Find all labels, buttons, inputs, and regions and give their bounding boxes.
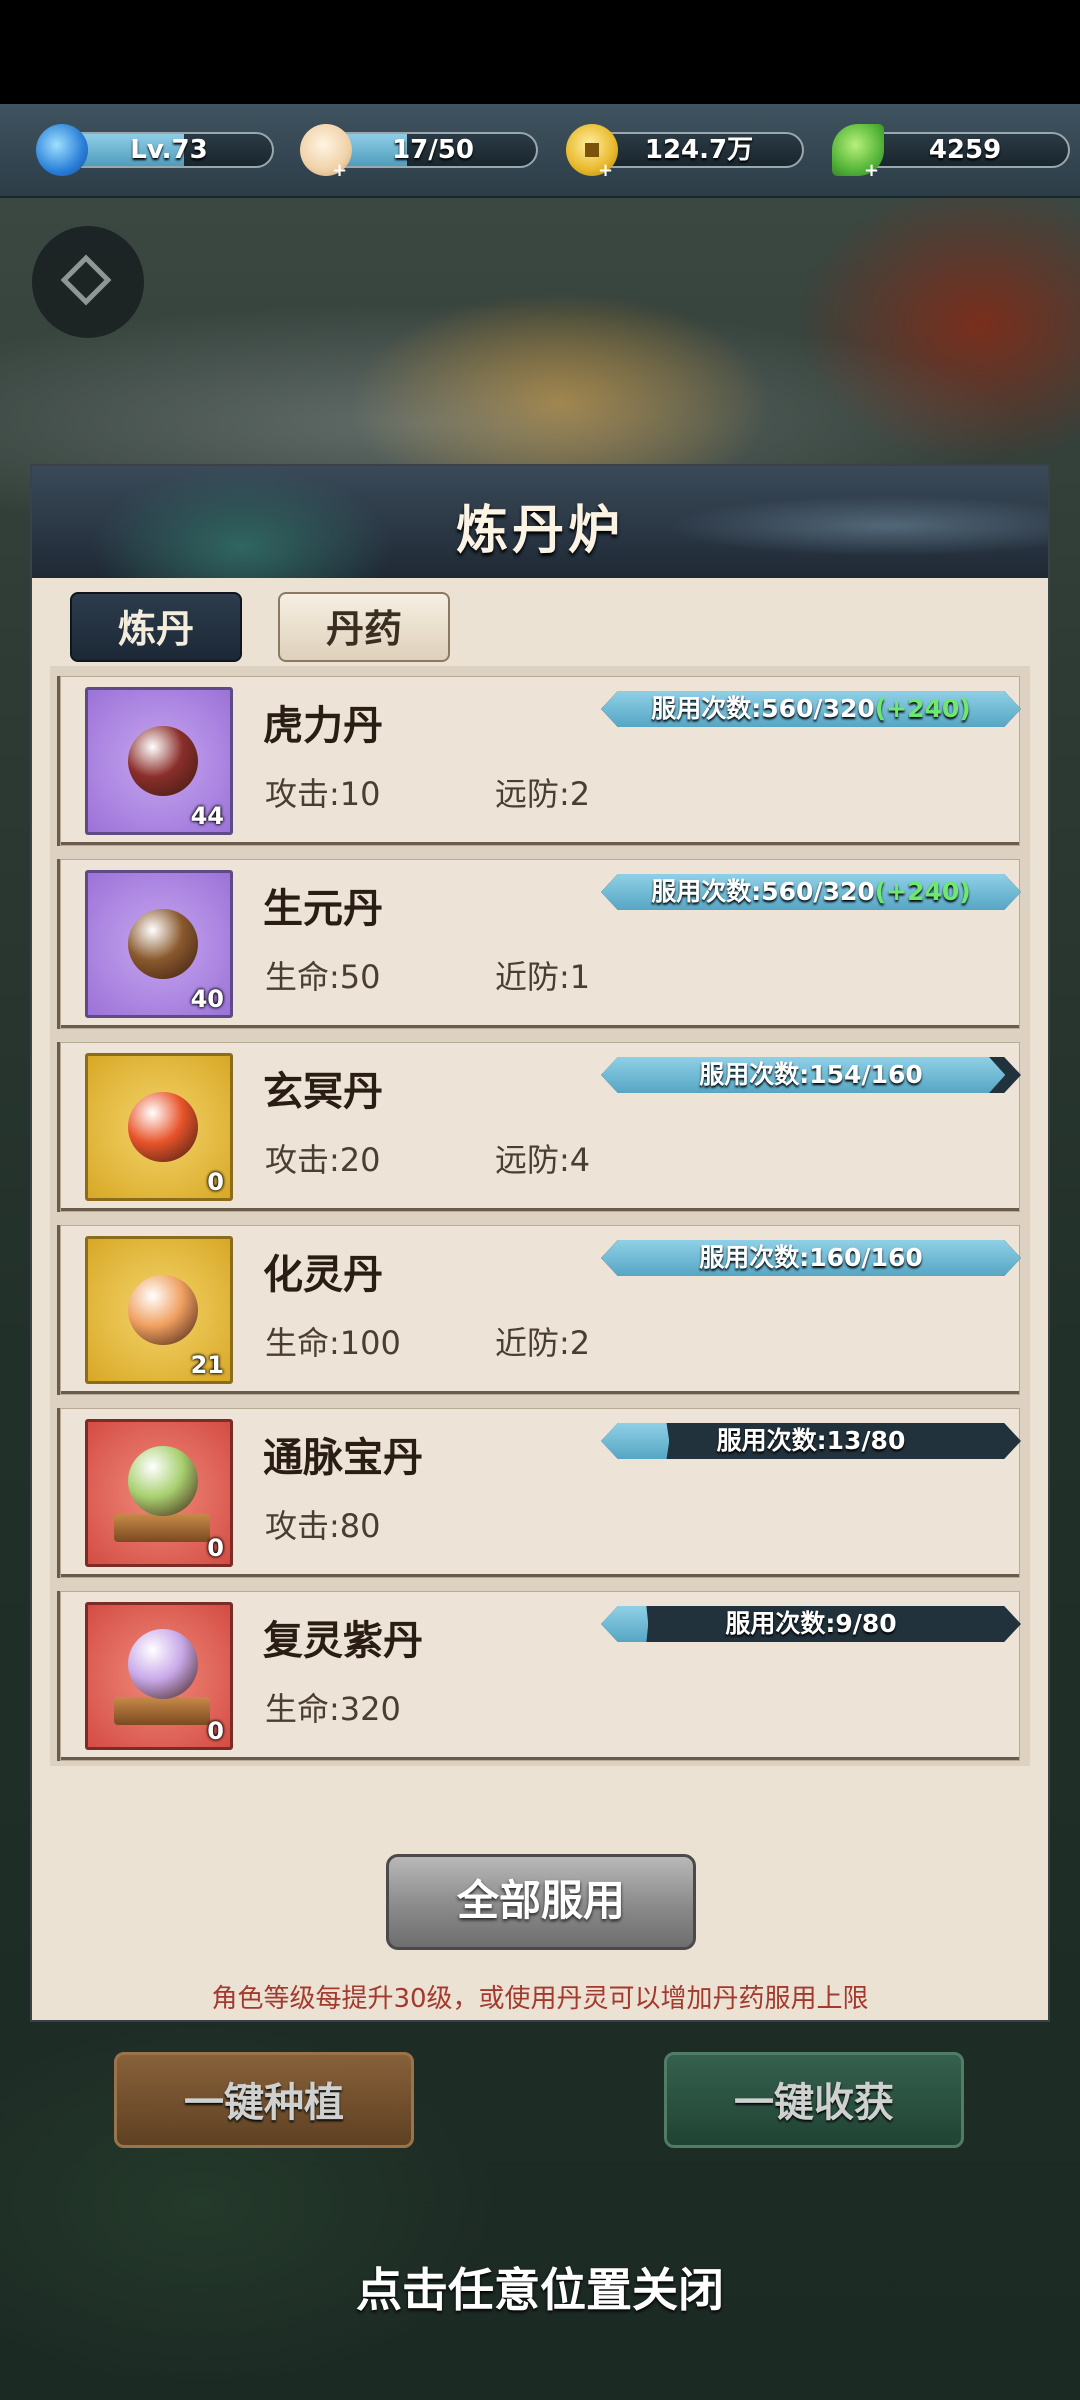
upgrade-hint: 角色等级每提升30级，或使用丹灵可以增加丹药服用上限 — [211, 1984, 869, 2014]
usage-bar: 服用次数:560/320(+240) — [601, 691, 1021, 727]
plus-icon: + — [864, 160, 880, 181]
pill-orb-icon — [128, 1275, 198, 1345]
pill-count: 0 — [207, 1168, 224, 1196]
usage-bonus: (+240) — [874, 694, 971, 723]
pill-stat-primary: 生命:320 — [265, 1690, 401, 1728]
usage-bar: 服用次数:560/320(+240) — [601, 874, 1021, 910]
usage-count: 服用次数:154/160 — [699, 1060, 923, 1089]
coins-pill: 124.7万 — [604, 132, 804, 168]
usage-bar: 服用次数:9/80 — [601, 1606, 1021, 1642]
pill-count: 21 — [190, 1351, 224, 1379]
pill-stat-secondary: 近防:2 — [495, 1324, 591, 1362]
pill-name: 复灵紫丹 — [263, 1617, 423, 1664]
pill-name: 虎力丹 — [263, 702, 383, 749]
level-value: Lv.73 — [130, 135, 208, 165]
level-pill: Lv.73 — [74, 132, 274, 168]
pill-tile[interactable]: 0 — [85, 1419, 233, 1567]
pill-stat-secondary: 远防:2 — [495, 775, 591, 813]
usage-count: 服用次数:9/80 — [725, 1609, 897, 1638]
pill-name: 通脉宝丹 — [263, 1434, 423, 1481]
tab-refine[interactable]: 炼丹 — [70, 592, 242, 662]
pill-list[interactable]: 44 虎力丹 攻击:10 远防:2 服用次数:560/320(+240) 40 生元丹 生命:… — [50, 666, 1030, 1766]
resource-level: Lv.73 — [36, 124, 274, 176]
resource-jade[interactable]: 4259 + — [832, 124, 1070, 181]
pill-row[interactable]: 0 通脉宝丹攻击:80 服用次数:13/80 — [60, 1408, 1021, 1578]
usage-count: 服用次数:560/320 — [651, 694, 875, 723]
swirl-icon — [36, 124, 88, 176]
pill-stat-primary: 生命:100 — [265, 1324, 401, 1362]
plant-all-button[interactable]: 一键种植 — [114, 2052, 414, 2148]
panel-title: 炼丹炉 — [455, 500, 624, 561]
pill-row[interactable]: 44 虎力丹攻击:10 远防:2 服用次数:560/320(+240) — [60, 676, 1021, 846]
pill-orb-icon — [128, 909, 198, 979]
stamina-value: 17/50 — [392, 135, 474, 165]
pill-row[interactable]: 21 化灵丹生命:100 近防:2 服用次数:160/160 — [60, 1225, 1021, 1395]
usage-count: 服用次数:560/320 — [651, 877, 875, 906]
tab-pills[interactable]: 丹药 — [278, 592, 450, 662]
usage-text: 服用次数:154/160 — [601, 1057, 1021, 1093]
pill-tile[interactable]: 40 — [85, 870, 233, 1018]
usage-bar: 服用次数:154/160 — [601, 1057, 1021, 1093]
pill-name: 玄冥丹 — [263, 1068, 383, 1115]
usage-bonus: (+240) — [874, 877, 971, 906]
usage-text: 服用次数:9/80 — [601, 1606, 1021, 1642]
pill-orb-icon — [128, 1629, 198, 1699]
pill-orb-icon — [128, 1092, 198, 1162]
pill-orb-icon — [128, 1446, 198, 1516]
resource-stamina[interactable]: 17/50 + — [300, 124, 538, 181]
pill-stat-primary: 攻击:80 — [265, 1507, 381, 1545]
pill-stat-secondary: 近防:1 — [495, 958, 591, 996]
pill-count: 44 — [190, 802, 224, 830]
pill-count: 0 — [207, 1534, 224, 1562]
pill-row[interactable]: 0 复灵紫丹生命:320 服用次数:9/80 — [60, 1591, 1021, 1761]
plus-icon: + — [598, 160, 614, 181]
stamina-pill: 17/50 — [338, 132, 538, 168]
pill-name: 生元丹 — [263, 885, 383, 932]
usage-text: 服用次数:560/320(+240) — [601, 691, 1021, 727]
pill-count: 40 — [190, 985, 224, 1013]
pill-stat-primary: 生命:50 — [265, 958, 381, 996]
pedestal-icon — [114, 1514, 210, 1542]
usage-text: 服用次数:560/320(+240) — [601, 874, 1021, 910]
alchemy-furnace-panel: 炼丹炉 炼丹 丹药 44 虎力丹 攻击:10 远防:2 服用次数:560/320(+24… — [32, 466, 1048, 2020]
resource-bar: Lv.73 17/50 + 124.7万 + 4259 + — [0, 104, 1080, 198]
usage-bar: 服用次数:160/160 — [601, 1240, 1021, 1276]
back-button[interactable] — [32, 226, 144, 338]
pill-row[interactable]: 40 生元丹生命:50 近防:1 服用次数:560/320(+240) — [60, 859, 1021, 1029]
usage-count: 服用次数:13/80 — [716, 1426, 906, 1455]
pill-tile[interactable]: 21 — [85, 1236, 233, 1384]
harvest-all-button[interactable]: 一键收获 — [664, 2052, 964, 2148]
pedestal-icon — [114, 1697, 210, 1725]
panel-header: 炼丹炉 — [32, 466, 1048, 578]
consume-all-button[interactable]: 全部服用 — [386, 1854, 696, 1950]
pill-tile[interactable]: 0 — [85, 1602, 233, 1750]
plus-icon: + — [332, 160, 348, 181]
jade-pill: 4259 — [870, 132, 1070, 168]
resource-coins[interactable]: 124.7万 + — [566, 124, 804, 181]
pill-row[interactable]: 0 玄冥丹攻击:20 远防:4 服用次数:154/160 — [60, 1042, 1021, 1212]
pill-stat-secondary: 远防:4 — [495, 1141, 591, 1179]
usage-text: 服用次数:160/160 — [601, 1240, 1021, 1276]
coins-value: 124.7万 — [644, 135, 754, 165]
pill-stat-primary: 攻击:20 — [265, 1141, 381, 1179]
pill-stat-primary: 攻击:10 — [265, 775, 381, 813]
pill-tile[interactable]: 44 — [85, 687, 233, 835]
usage-text: 服用次数:13/80 — [601, 1423, 1021, 1459]
close-hint[interactable]: 点击任意位置关闭 — [0, 2254, 1080, 2320]
jade-value: 4259 — [928, 135, 1002, 165]
pill-count: 0 — [207, 1717, 224, 1745]
pill-orb-icon — [128, 726, 198, 796]
pill-tile[interactable]: 0 — [85, 1053, 233, 1201]
usage-count: 服用次数:160/160 — [699, 1243, 923, 1272]
usage-bar: 服用次数:13/80 — [601, 1423, 1021, 1459]
pill-name: 化灵丹 — [263, 1251, 383, 1298]
